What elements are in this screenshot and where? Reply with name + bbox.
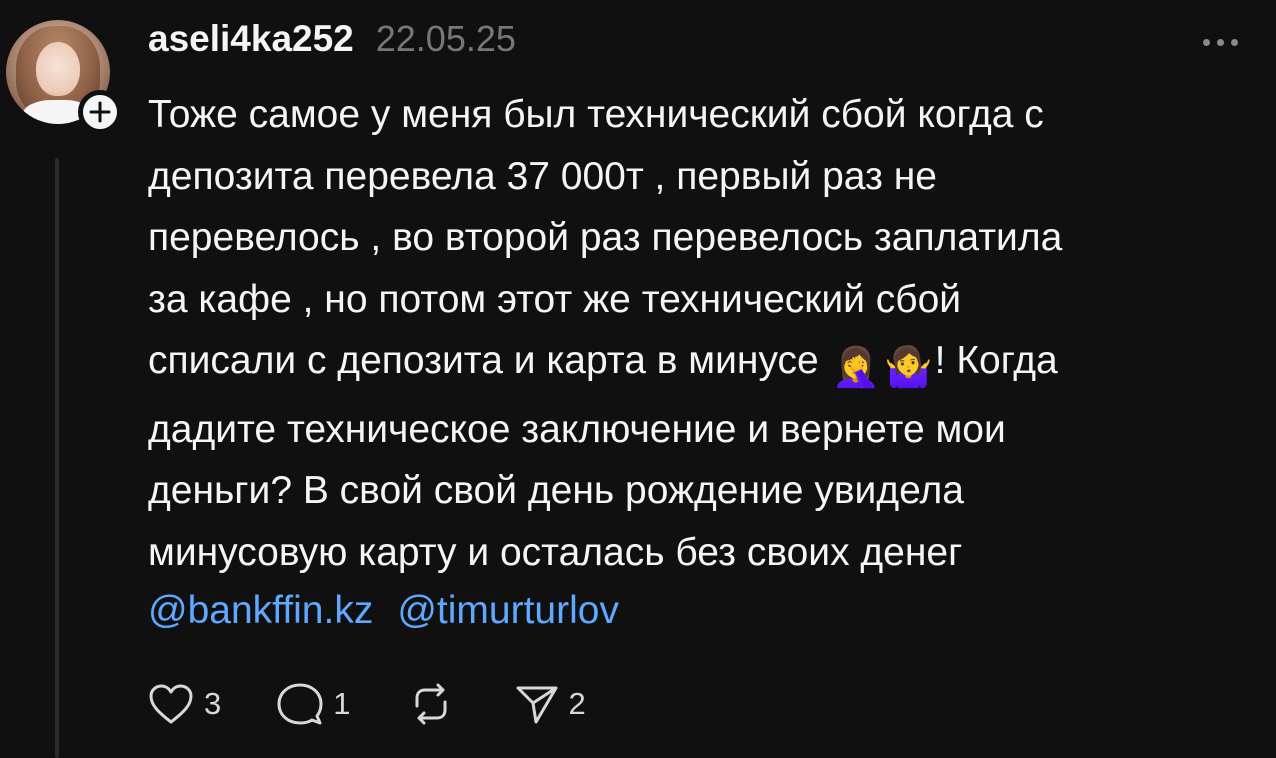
share-count: 2 [568,686,586,721]
post-text-line: депозита перевела 37 000т , первый раз н… [148,154,937,198]
repost-icon [415,683,446,725]
avatar-face [36,42,80,96]
post-date[interactable]: 22.05.25 [376,18,516,60]
author-username[interactable]: aseli4ka252 [148,18,354,60]
thread-line [55,158,59,758]
post-text-line-with-emoji: списали с депозита и карта в минусе 🤦‍♀️… [148,330,1248,399]
post-text-line: за кафе , но потом этот же технический с… [148,277,962,321]
reply-count: 1 [333,686,351,721]
mention-link-timurturlov[interactable]: @timurturlov [397,589,619,632]
like-button[interactable]: 3 [148,683,221,725]
plus-icon [89,101,111,123]
author-avatar[interactable] [6,20,122,134]
reply-button[interactable]: 1 [277,682,351,726]
like-count: 3 [204,686,222,721]
facepalm-emoji-icon: 🤦‍♀️ [831,346,881,389]
post-header: aseli4ka252 22.05.25 [148,18,516,60]
post-text-segment: ! Когда [934,339,1058,382]
more-horizontal-icon-dot [1216,38,1224,46]
post-text-line: перевелось , во второй раз перевелось за… [148,216,1063,259]
more-options-button[interactable] [1198,36,1242,48]
post-text-line: деньги? В свой свой день рождение увидел… [148,469,964,512]
share-button[interactable]: 2 [515,683,586,725]
post-text-line: Тоже самое у меня был технический сбой к… [148,93,1044,136]
repost-button[interactable] [409,682,453,726]
post-text-line: дадите техническое заключение и вернете … [148,407,1006,451]
more-horizontal-icon-dot [1202,38,1210,46]
mentions: @bankffin.kz @timurturlov [148,585,619,637]
more-horizontal-icon-dot [1230,38,1238,46]
mention-link-bankffin[interactable]: @bankffin.kz [148,589,373,632]
post-body: Тоже самое у меня был технический сбой к… [148,84,1248,583]
post-text-line: минусовую карту и осталась без своих ден… [148,530,963,574]
heart-icon [149,684,193,724]
follow-button[interactable] [78,90,122,134]
post-text-segment: списали с депозита и карта в минусе [148,339,819,382]
comment-icon [277,683,323,725]
post-actions: 3 1 2 [148,680,586,728]
send-icon [516,686,557,724]
shrug-emoji-icon: 🤷‍♀️ [884,346,933,389]
